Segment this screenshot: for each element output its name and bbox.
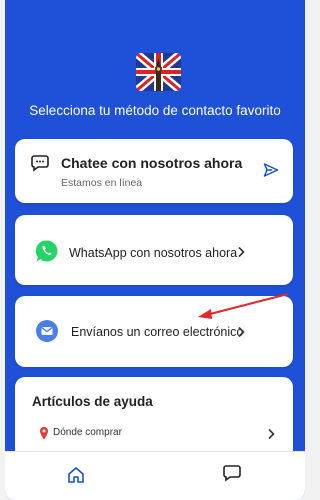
email-label: Envíanos un correo electrónico: [71, 325, 244, 339]
chat-status-text: Estamos en línea: [61, 177, 143, 189]
chevron-right-icon: [237, 325, 245, 343]
help-article-label: Dónde comprar: [53, 427, 122, 438]
contact-method-subtitle: Selecciona tu método de contacto favorit…: [29, 103, 281, 118]
home-icon[interactable]: [67, 466, 85, 489]
chat-icon[interactable]: [223, 464, 241, 487]
whatsapp-label: WhatsApp con nosotros ahora: [69, 246, 238, 260]
help-articles-title: Artículos de ayuda: [32, 394, 153, 409]
chevron-right-icon: [267, 427, 275, 445]
chat-now-card[interactable]: Chatee con nosotros ahora Estamos en lín…: [15, 139, 293, 203]
bottom-nav: [5, 451, 305, 500]
app-frame: Selecciona tu método de contacto favorit…: [0, 0, 310, 500]
whatsapp-icon: [35, 239, 59, 268]
chat-card-title: Chatee con nosotros ahora: [61, 155, 243, 171]
chevron-right-icon: [237, 245, 245, 263]
pin-icon: [39, 426, 49, 445]
email-card[interactable]: Envíanos un correo electrónico: [15, 296, 293, 367]
chat-bubble-icon: [31, 154, 49, 177]
whatsapp-card[interactable]: WhatsApp con nosotros ahora: [15, 215, 293, 285]
send-icon[interactable]: [263, 162, 279, 183]
uk-flag-icon: [136, 53, 181, 91]
help-article-item[interactable]: Dónde comprar: [39, 426, 275, 442]
messenger-panel: Selecciona tu método de contacto favorit…: [5, 0, 305, 500]
mail-icon: [36, 320, 58, 347]
